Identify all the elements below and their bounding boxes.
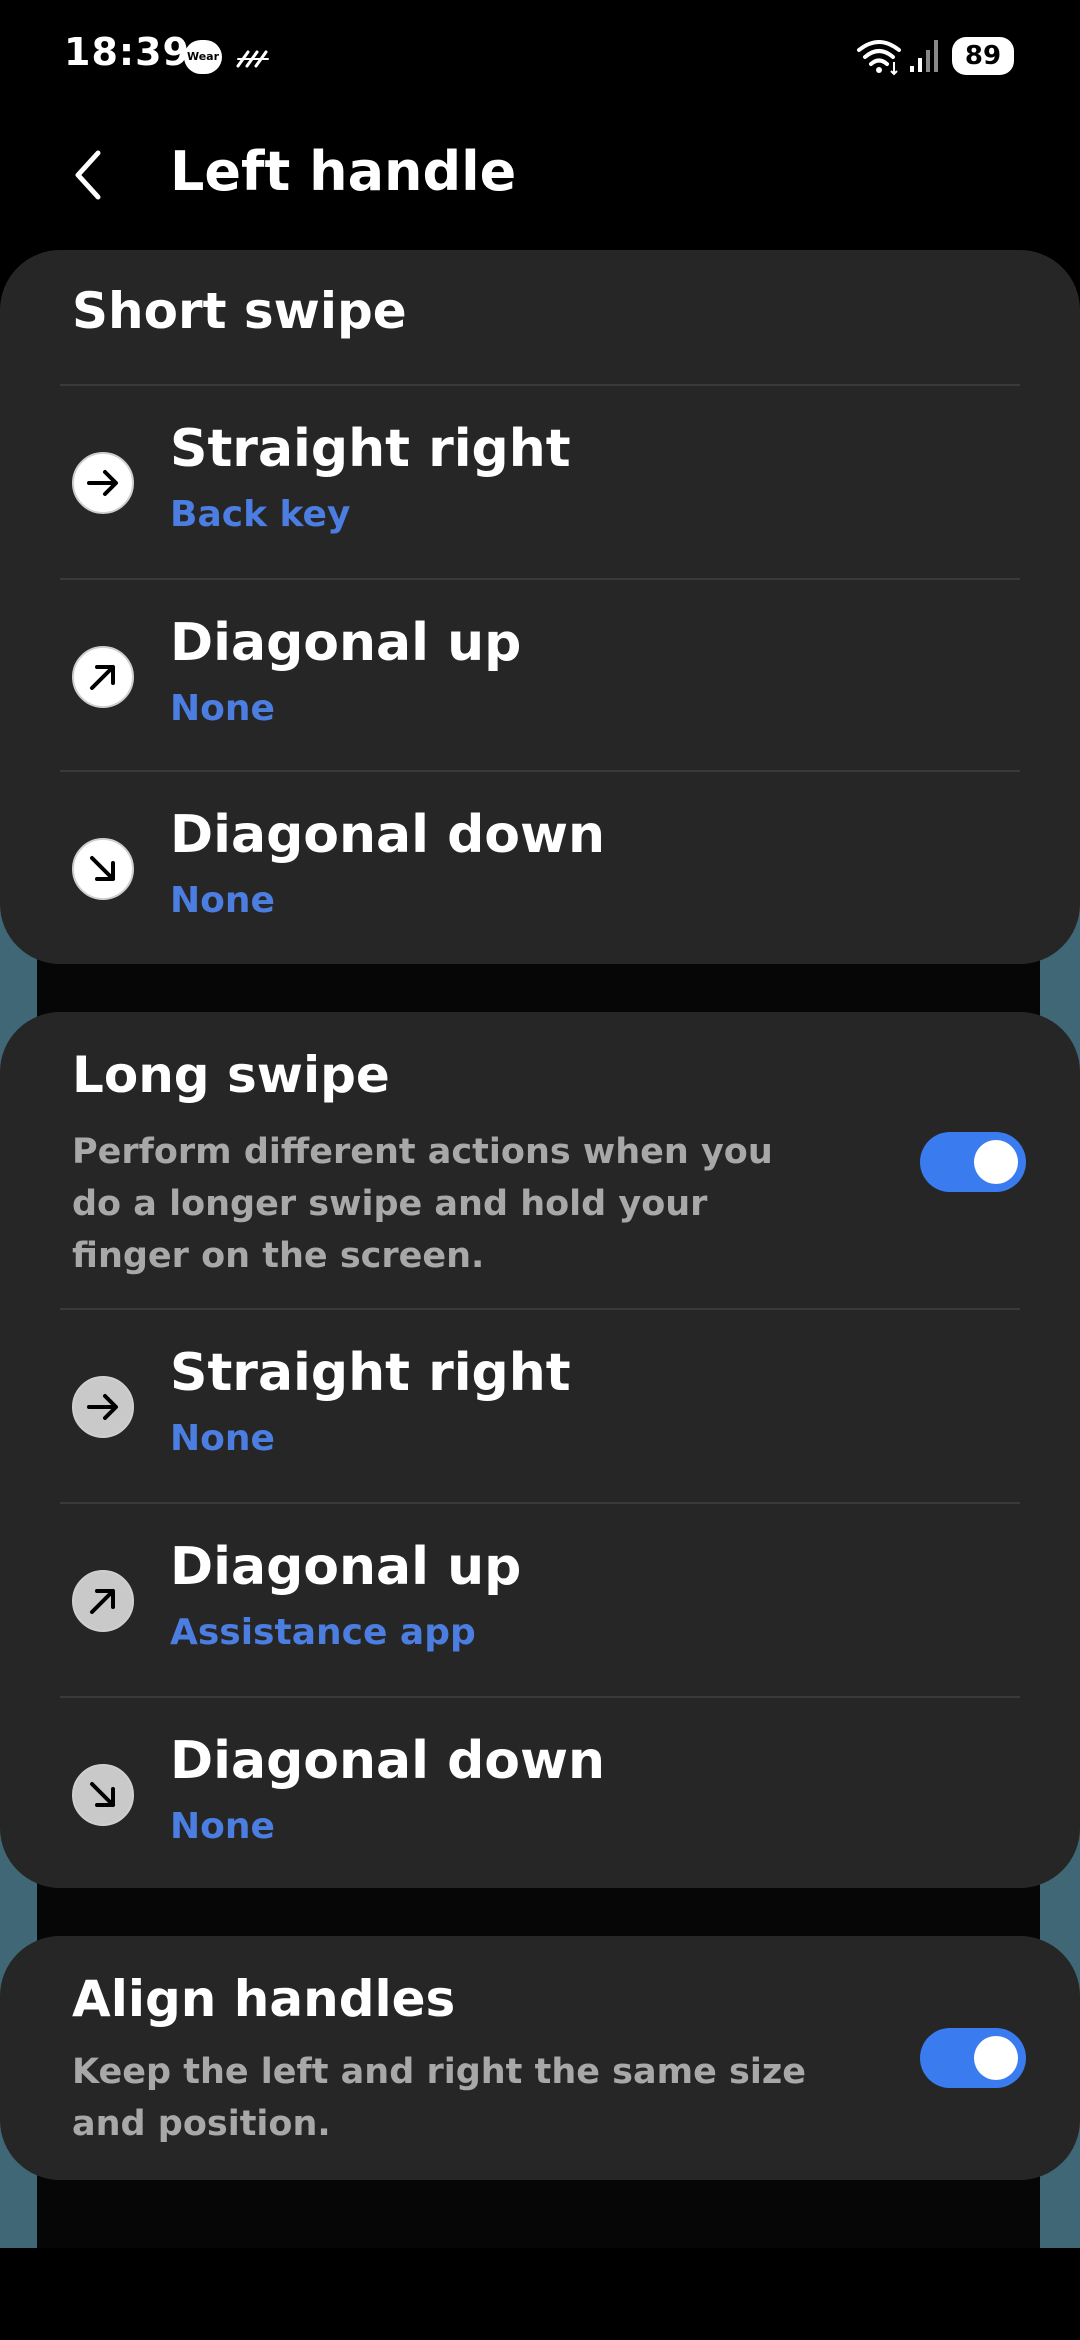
- toggle-knob: [974, 2036, 1018, 2080]
- row-value: None: [170, 1806, 275, 1847]
- toggle-knob: [974, 1140, 1018, 1184]
- align-handles-description: Keep the left and right the same size an…: [72, 2052, 806, 2144]
- wear-icon: Wear: [184, 40, 222, 74]
- battery-indicator: 89: [952, 37, 1014, 75]
- row-title: Diagonal up: [170, 613, 522, 673]
- back-button[interactable]: [48, 130, 128, 220]
- arrow-down-right-icon: [72, 838, 134, 900]
- arrow-right-icon: [72, 452, 134, 514]
- row-value: Assistance app: [170, 1612, 476, 1653]
- row-value: Back key: [170, 494, 351, 535]
- page-title: Left handle: [170, 140, 517, 203]
- row-title: Straight right: [170, 419, 571, 479]
- row-title: Straight right: [170, 1343, 571, 1403]
- chevron-left-icon: [75, 150, 101, 200]
- app-bar: Left handle: [0, 110, 1080, 250]
- short-swipe-diagonal-down[interactable]: Diagonal down None: [0, 772, 1080, 964]
- arrow-down-right-icon: [72, 1764, 134, 1826]
- row-title: Diagonal down: [170, 1731, 606, 1791]
- long-swipe-toggle[interactable]: [920, 1132, 1026, 1192]
- align-handles-card[interactable]: Align handles Keep the left and right th…: [0, 1936, 1080, 2180]
- section-title-long-swipe: Long swipe: [72, 1046, 390, 1104]
- long-swipe-diagonal-down[interactable]: Diagonal down None: [0, 1698, 1080, 1890]
- section-title-align-handles: Align handles: [72, 1970, 456, 2028]
- row-value: None: [170, 688, 275, 729]
- row-value: None: [170, 880, 275, 921]
- long-swipe-straight-right[interactable]: Straight right None: [0, 1310, 1080, 1502]
- long-swipe-diagonal-up[interactable]: Diagonal up Assistance app: [0, 1504, 1080, 1696]
- signal-icon: [910, 40, 938, 72]
- notification-stripes-icon: [236, 50, 269, 68]
- long-swipe-description: Perform different actions when you do a …: [72, 1132, 773, 1276]
- row-title: Diagonal up: [170, 1537, 522, 1597]
- status-time: 18:39: [64, 30, 190, 74]
- wifi-icon: [857, 40, 901, 76]
- arrow-up-right-icon: [72, 1570, 134, 1632]
- short-swipe-straight-right[interactable]: Straight right Back key: [0, 386, 1080, 578]
- status-bar: 18:39 Wear 89: [0, 0, 1080, 110]
- short-swipe-card: Short swipe Straight right Back key Diag…: [0, 250, 1080, 964]
- row-value: None: [170, 1418, 275, 1459]
- arrow-right-icon: [72, 1376, 134, 1438]
- long-swipe-toggle-row[interactable]: Long swipe Perform different actions whe…: [0, 1012, 1080, 1312]
- short-swipe-diagonal-up[interactable]: Diagonal up None: [0, 580, 1080, 772]
- row-title: Diagonal down: [170, 805, 606, 865]
- arrow-up-right-icon: [72, 646, 134, 708]
- long-swipe-card: Long swipe Perform different actions whe…: [0, 1012, 1080, 1888]
- section-title-short-swipe: Short swipe: [72, 282, 407, 340]
- navigation-bar-area: [0, 2248, 1080, 2340]
- align-handles-toggle[interactable]: [920, 2028, 1026, 2088]
